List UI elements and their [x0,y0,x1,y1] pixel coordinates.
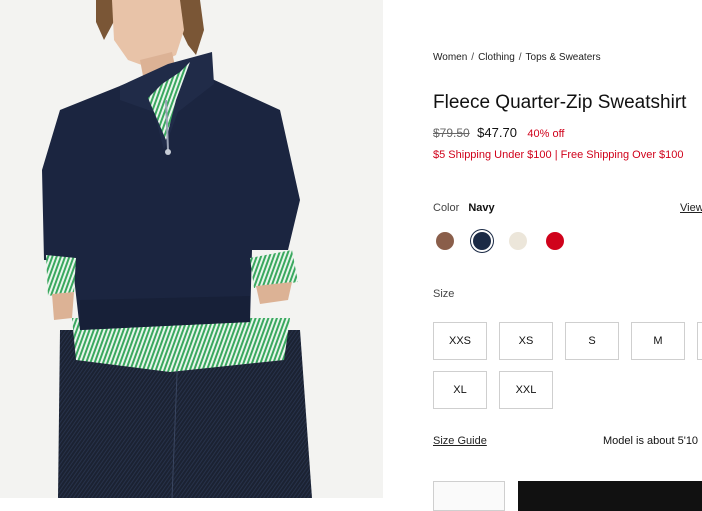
breadcrumb-tops-sweaters[interactable]: Tops & Sweaters [526,52,601,63]
size-option-xxl[interactable]: XXL [499,371,553,409]
selected-color-name: Navy [468,202,495,214]
swatch-red[interactable] [546,232,564,250]
discount-badge: 40% off [527,128,565,140]
size-label: Size [433,288,455,300]
size-option-partial[interactable] [697,322,702,360]
size-option-xxs[interactable]: XXS [433,322,487,360]
sale-price: $47.70 [477,125,517,140]
swatch-navy[interactable] [473,232,491,250]
breadcrumb-clothing[interactable]: Clothing [478,52,515,63]
size-option-m[interactable]: M [631,322,685,360]
color-label: Color [433,202,460,214]
product-image[interactable] [0,0,383,498]
shipping-note: $5 Shipping Under $100 | Free Shipping O… [433,149,684,161]
swatch-brown[interactable] [436,232,454,250]
size-option-s[interactable]: S [565,322,619,360]
product-info-panel: Women / Clothing / Tops & Sweaters Fleece Qu… [433,0,702,511]
color-row: Color Navy View [433,202,702,214]
breadcrumb: Women / Clothing / Tops & Sweaters [433,52,601,63]
swatch-ivory[interactable] [509,232,527,250]
product-photo-illustration [0,0,383,498]
breadcrumb-separator: / [471,52,475,63]
size-guide-link[interactable]: Size Guide [433,435,487,447]
original-price: $79.50 [433,126,470,140]
quantity-selector[interactable] [433,481,505,511]
product-title: Fleece Quarter-Zip Sweatshirt [433,92,687,113]
size-option-xl[interactable]: XL [433,371,487,409]
add-to-bag-button[interactable] [518,481,702,511]
model-size-note: Model is about 5'10 [603,435,699,447]
size-option-xs[interactable]: XS [499,322,553,360]
view-link[interactable]: View [680,202,702,214]
breadcrumb-separator: / [518,52,522,63]
breadcrumb-women[interactable]: Women [433,52,467,63]
price-row: $79.50 $47.70 40% off [433,124,564,142]
